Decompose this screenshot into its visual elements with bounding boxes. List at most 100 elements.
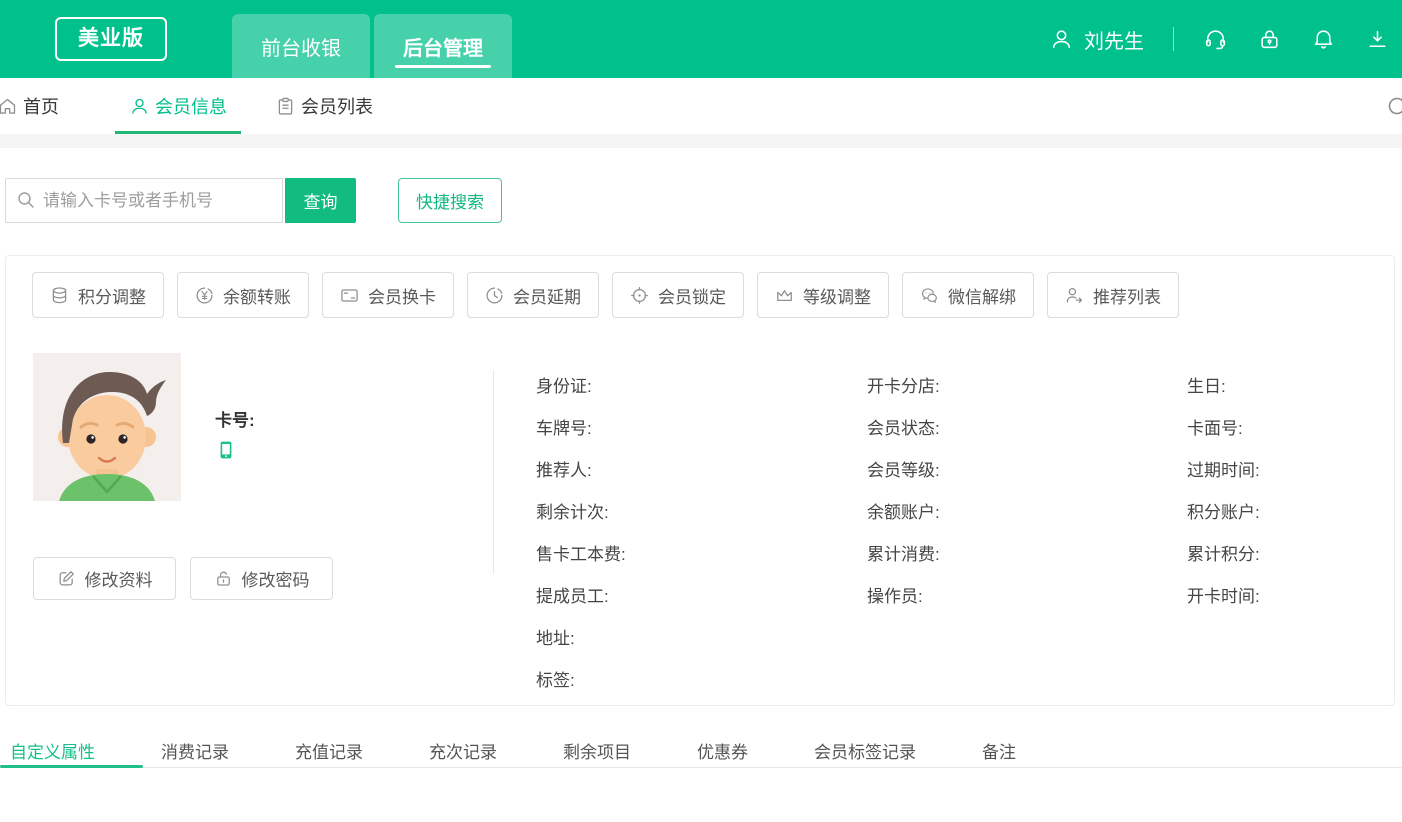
phone-icon xyxy=(216,440,236,460)
info-column-3: 生日: 卡面号: 过期时间: 积分账户: 累计积分: 开卡时间: xyxy=(1187,363,1260,615)
field-commission-staff: 提成员工: xyxy=(536,573,626,615)
field-opening-branch: 开卡分店: xyxy=(867,363,940,405)
field-total-points: 累计积分: xyxy=(1187,531,1260,573)
mode-tabs: 前台收银 后台管理 xyxy=(232,14,512,78)
user-chip[interactable]: 刘先生 xyxy=(1049,25,1144,54)
brand-badge: 美业版 xyxy=(55,17,167,61)
member-person-icon xyxy=(129,96,150,117)
field-referrer: 推荐人: xyxy=(536,447,626,489)
clipboard-icon xyxy=(275,96,296,117)
edit-profile-button[interactable]: 修改资料 xyxy=(33,557,176,600)
coins-icon xyxy=(50,286,69,305)
level-adjust-button[interactable]: 等级调整 xyxy=(757,272,889,318)
extend-membership-button[interactable]: 会员延期 xyxy=(467,272,599,318)
clock-icon xyxy=(485,286,504,305)
tab-coupons[interactable]: 优惠券 xyxy=(687,733,758,767)
tab-front-cashier-label: 前台收银 xyxy=(261,32,341,61)
field-member-level: 会员等级: xyxy=(867,447,940,489)
download-icon[interactable] xyxy=(1365,27,1390,52)
balance-transfer-label: 余额转账 xyxy=(223,283,291,308)
tab-count-recharge-records[interactable]: 充次记录 xyxy=(419,733,507,767)
lock-icon[interactable] xyxy=(1257,27,1282,52)
card-icon xyxy=(340,286,359,305)
tab-remaining-items[interactable]: 剩余项目 xyxy=(553,733,641,767)
field-operator: 操作员: xyxy=(867,573,940,615)
field-id-card: 身份证: xyxy=(536,363,626,405)
extend-membership-label: 会员延期 xyxy=(513,283,581,308)
field-remaining-counts: 剩余计次: xyxy=(536,489,626,531)
member-search-bar: 查询 快捷搜索 xyxy=(5,178,502,223)
refresh-icon[interactable] xyxy=(1385,94,1402,118)
wechat-unbind-button[interactable]: 微信解绑 xyxy=(902,272,1034,318)
breadcrumb-nav: 首页 会员信息 会员列表 xyxy=(0,78,1402,134)
info-vertical-divider xyxy=(493,370,494,574)
search-input[interactable] xyxy=(5,178,283,223)
unlock-icon xyxy=(214,569,233,588)
edit-icon xyxy=(57,569,76,588)
crown-icon xyxy=(775,286,794,305)
bell-icon[interactable] xyxy=(1311,27,1336,52)
info-column-2: 开卡分店: 会员状态: 会员等级: 余额账户: 累计消费: 操作员: xyxy=(867,363,940,615)
field-card-face-number: 卡面号: xyxy=(1187,405,1260,447)
tab-front-cashier[interactable]: 前台收银 xyxy=(232,14,370,78)
member-avatar xyxy=(33,353,181,501)
field-total-consumption: 累计消费: xyxy=(867,531,940,573)
yen-circle-icon xyxy=(195,286,214,305)
headset-icon[interactable] xyxy=(1203,27,1228,52)
quick-search-button[interactable]: 快捷搜索 xyxy=(398,178,502,223)
lock-member-label: 会员锁定 xyxy=(658,283,726,308)
tab-recharge-records[interactable]: 充值记录 xyxy=(285,733,373,767)
edit-password-button[interactable]: 修改密码 xyxy=(190,557,333,600)
person-arrow-icon xyxy=(1065,286,1084,305)
app-window: 美业版 前台收银 后台管理 刘先生 xyxy=(0,0,1402,822)
nav-member-list-label: 会员列表 xyxy=(301,93,373,119)
edit-password-label: 修改密码 xyxy=(242,566,310,591)
nav-member-info-label: 会员信息 xyxy=(155,93,227,119)
referral-list-button[interactable]: 推荐列表 xyxy=(1047,272,1179,318)
field-tags: 标签: xyxy=(536,657,626,699)
tab-custom-attributes[interactable]: 自定义属性 xyxy=(0,733,105,767)
home-icon xyxy=(0,96,18,117)
balance-transfer-button[interactable]: 余额转账 xyxy=(177,272,309,318)
locate-icon xyxy=(630,286,649,305)
card-number-label: 卡号: xyxy=(215,406,255,431)
field-address: 地址: xyxy=(536,615,626,657)
member-detail-panel: 积分调整 余额转账 会员换卡 xyxy=(5,255,1395,706)
field-plate-number: 车牌号: xyxy=(536,405,626,447)
nav-item-member-list[interactable]: 会员列表 xyxy=(275,78,373,134)
field-opening-time: 开卡时间: xyxy=(1187,573,1260,615)
nav-home-label: 首页 xyxy=(23,93,59,119)
tab-remarks[interactable]: 备注 xyxy=(972,733,1026,767)
tab-consumption-records[interactable]: 消费记录 xyxy=(151,733,239,767)
field-points-account: 积分账户: xyxy=(1187,489,1260,531)
field-expire-time: 过期时间: xyxy=(1187,447,1260,489)
wechat-icon xyxy=(920,286,939,305)
tab-member-tag-records[interactable]: 会员标签记录 xyxy=(804,733,926,767)
wechat-unbind-label: 微信解绑 xyxy=(948,283,1016,308)
tab-backend-manage-label: 后台管理 xyxy=(403,32,483,61)
lock-member-button[interactable]: 会员锁定 xyxy=(612,272,744,318)
level-adjust-label: 等级调整 xyxy=(803,283,871,308)
edit-profile-label: 修改资料 xyxy=(85,566,153,591)
record-tabs: 自定义属性 消费记录 充值记录 充次记录 剩余项目 优惠券 会员标签记录 备注 xyxy=(0,733,1402,768)
header-divider xyxy=(1173,27,1174,51)
header-right-cluster: 刘先生 xyxy=(1049,0,1390,78)
referral-list-label: 推荐列表 xyxy=(1093,283,1161,308)
change-card-label: 会员换卡 xyxy=(368,283,436,308)
top-header-bar: 美业版 前台收银 后台管理 刘先生 xyxy=(0,0,1402,78)
points-adjust-button[interactable]: 积分调整 xyxy=(32,272,164,318)
member-action-toolbar: 积分调整 余额转账 会员换卡 xyxy=(32,272,1179,318)
change-card-button[interactable]: 会员换卡 xyxy=(322,272,454,318)
nav-item-home[interactable]: 首页 xyxy=(0,78,59,134)
user-icon xyxy=(1049,27,1074,52)
nav-item-member-info[interactable]: 会员信息 xyxy=(115,78,241,134)
field-birthday: 生日: xyxy=(1187,363,1260,405)
query-button[interactable]: 查询 xyxy=(285,178,356,223)
field-card-fee: 售卡工本费: xyxy=(536,531,626,573)
points-adjust-label: 积分调整 xyxy=(78,283,146,308)
section-divider-band xyxy=(0,134,1402,148)
info-column-1: 身份证: 车牌号: 推荐人: 剩余计次: 售卡工本费: 提成员工: 地址: 标签… xyxy=(536,363,626,699)
profile-buttons: 修改资料 修改密码 xyxy=(33,557,333,600)
tab-backend-manage[interactable]: 后台管理 xyxy=(374,14,512,78)
user-name: 刘先生 xyxy=(1084,25,1144,54)
